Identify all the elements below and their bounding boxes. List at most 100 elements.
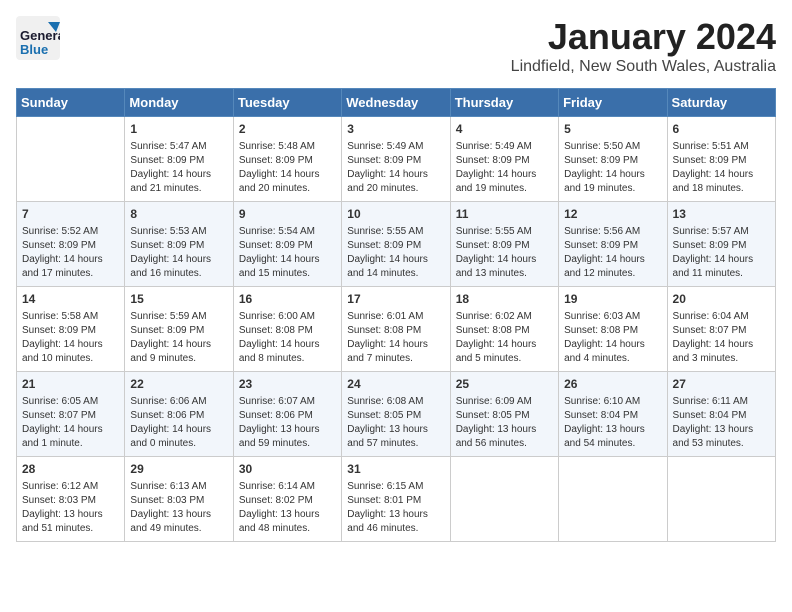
day-cell: 26 Sunrise: 6:10 AM Sunset: 8:04 PM Dayli… [559, 372, 667, 457]
day-info: Sunrise: 6:12 AM Sunset: 8:03 PM Dayligh… [22, 480, 119, 536]
weekday-header-sunday: Sunday [17, 89, 125, 117]
day-number: 16 [239, 291, 336, 308]
day-number: 11 [456, 206, 553, 223]
header: General Blue January 2024 Lindfield, New… [16, 16, 776, 76]
day-info: Sunrise: 6:11 AM Sunset: 8:04 PM Dayligh… [673, 395, 770, 451]
day-info: Sunrise: 5:52 AM Sunset: 8:09 PM Dayligh… [22, 225, 119, 281]
day-info: Sunrise: 6:05 AM Sunset: 8:07 PM Dayligh… [22, 395, 119, 451]
logo-icon: General Blue [16, 16, 60, 60]
day-number: 17 [347, 291, 444, 308]
day-info: Sunrise: 6:06 AM Sunset: 8:06 PM Dayligh… [130, 395, 227, 451]
day-cell: 17 Sunrise: 6:01 AM Sunset: 8:08 PM Dayli… [342, 287, 450, 372]
svg-text:Blue: Blue [20, 42, 48, 57]
week-row-3: 14 Sunrise: 5:58 AM Sunset: 8:09 PM Dayli… [17, 287, 776, 372]
weekday-header-saturday: Saturday [667, 89, 775, 117]
svg-text:General: General [20, 28, 60, 43]
week-row-4: 21Sunrise: 6:05 AM Sunset: 8:07 PM Dayli… [17, 372, 776, 457]
day-info: Sunrise: 5:55 AM Sunset: 8:09 PM Dayligh… [347, 225, 444, 281]
day-number: 8 [130, 206, 227, 223]
day-number: 28 [22, 461, 119, 478]
day-cell: 22 Sunrise: 6:06 AM Sunset: 8:06 PM Dayli… [125, 372, 233, 457]
day-cell: 19 Sunrise: 6:03 AM Sunset: 8:08 PM Dayli… [559, 287, 667, 372]
day-info: Sunrise: 6:15 AM Sunset: 8:01 PM Dayligh… [347, 480, 444, 536]
day-cell: 1 Sunrise: 5:47 AM Sunset: 8:09 PM Daylig… [125, 117, 233, 202]
day-cell: 5Sunrise: 5:50 AM Sunset: 8:09 PM Daylig… [559, 117, 667, 202]
day-cell: 14 Sunrise: 5:58 AM Sunset: 8:09 PM Dayli… [17, 287, 125, 372]
weekday-header-monday: Monday [125, 89, 233, 117]
day-info: Sunrise: 5:57 AM Sunset: 8:09 PM Dayligh… [673, 225, 770, 281]
day-number: 9 [239, 206, 336, 223]
day-cell: 3Sunrise: 5:49 AM Sunset: 8:09 PM Daylig… [342, 117, 450, 202]
day-cell: 20Sunrise: 6:04 AM Sunset: 8:07 PM Dayli… [667, 287, 775, 372]
weekday-header-friday: Friday [559, 89, 667, 117]
day-number: 1 [130, 121, 227, 138]
day-info: Sunrise: 6:01 AM Sunset: 8:08 PM Dayligh… [347, 310, 444, 366]
day-cell: 4 Sunrise: 5:49 AM Sunset: 8:09 PM Daylig… [450, 117, 558, 202]
weekday-header-tuesday: Tuesday [233, 89, 341, 117]
day-number: 18 [456, 291, 553, 308]
day-info: Sunrise: 6:09 AM Sunset: 8:05 PM Dayligh… [456, 395, 553, 451]
day-cell: 9 Sunrise: 5:54 AM Sunset: 8:09 PM Daylig… [233, 202, 341, 287]
day-cell: 7 Sunrise: 5:52 AM Sunset: 8:09 PM Daylig… [17, 202, 125, 287]
day-number: 14 [22, 291, 119, 308]
day-cell: 8Sunrise: 5:53 AM Sunset: 8:09 PM Daylig… [125, 202, 233, 287]
day-info: Sunrise: 6:10 AM Sunset: 8:04 PM Dayligh… [564, 395, 661, 451]
day-info: Sunrise: 5:49 AM Sunset: 8:09 PM Dayligh… [456, 140, 553, 196]
day-number: 26 [564, 376, 661, 393]
day-cell: 25 Sunrise: 6:09 AM Sunset: 8:05 PM Dayli… [450, 372, 558, 457]
day-number: 31 [347, 461, 444, 478]
week-row-2: 7 Sunrise: 5:52 AM Sunset: 8:09 PM Daylig… [17, 202, 776, 287]
day-cell: 27 Sunrise: 6:11 AM Sunset: 8:04 PM Dayli… [667, 372, 775, 457]
day-number: 29 [130, 461, 227, 478]
day-cell: 15 Sunrise: 5:59 AM Sunset: 8:09 PM Dayli… [125, 287, 233, 372]
day-info: Sunrise: 5:54 AM Sunset: 8:09 PM Dayligh… [239, 225, 336, 281]
day-number: 7 [22, 206, 119, 223]
day-number: 19 [564, 291, 661, 308]
day-number: 2 [239, 121, 336, 138]
day-number: 6 [673, 121, 770, 138]
day-info: Sunrise: 5:48 AM Sunset: 8:09 PM Dayligh… [239, 140, 336, 196]
day-info: Sunrise: 6:03 AM Sunset: 8:08 PM Dayligh… [564, 310, 661, 366]
day-number: 30 [239, 461, 336, 478]
day-cell: 2 Sunrise: 5:48 AM Sunset: 8:09 PM Daylig… [233, 117, 341, 202]
day-cell [667, 457, 775, 542]
day-cell: 31 Sunrise: 6:15 AM Sunset: 8:01 PM Dayli… [342, 457, 450, 542]
day-info: Sunrise: 6:07 AM Sunset: 8:06 PM Dayligh… [239, 395, 336, 451]
day-number: 22 [130, 376, 227, 393]
day-number: 23 [239, 376, 336, 393]
day-cell: 13Sunrise: 5:57 AM Sunset: 8:09 PM Dayli… [667, 202, 775, 287]
day-cell: 10 Sunrise: 5:55 AM Sunset: 8:09 PM Dayli… [342, 202, 450, 287]
week-row-1: 1 Sunrise: 5:47 AM Sunset: 8:09 PM Daylig… [17, 117, 776, 202]
day-number: 27 [673, 376, 770, 393]
day-info: Sunrise: 5:56 AM Sunset: 8:09 PM Dayligh… [564, 225, 661, 281]
day-cell: 21Sunrise: 6:05 AM Sunset: 8:07 PM Dayli… [17, 372, 125, 457]
day-cell: 11Sunrise: 5:55 AM Sunset: 8:09 PM Dayli… [450, 202, 558, 287]
day-number: 12 [564, 206, 661, 223]
day-cell [17, 117, 125, 202]
day-cell: 28 Sunrise: 6:12 AM Sunset: 8:03 PM Dayli… [17, 457, 125, 542]
day-cell: 23 Sunrise: 6:07 AM Sunset: 8:06 PM Dayli… [233, 372, 341, 457]
day-number: 4 [456, 121, 553, 138]
weekday-header-row: SundayMondayTuesdayWednesdayThursdayFrid… [17, 89, 776, 117]
day-cell: 16 Sunrise: 6:00 AM Sunset: 8:08 PM Dayli… [233, 287, 341, 372]
calendar-title: January 2024 [511, 16, 776, 58]
day-info: Sunrise: 6:13 AM Sunset: 8:03 PM Dayligh… [130, 480, 227, 536]
day-info: Sunrise: 6:02 AM Sunset: 8:08 PM Dayligh… [456, 310, 553, 366]
calendar-table: SundayMondayTuesdayWednesdayThursdayFrid… [16, 88, 776, 542]
day-cell [559, 457, 667, 542]
day-info: Sunrise: 6:00 AM Sunset: 8:08 PM Dayligh… [239, 310, 336, 366]
day-number: 3 [347, 121, 444, 138]
day-number: 15 [130, 291, 227, 308]
weekday-header-thursday: Thursday [450, 89, 558, 117]
day-info: Sunrise: 5:47 AM Sunset: 8:09 PM Dayligh… [130, 140, 227, 196]
day-number: 25 [456, 376, 553, 393]
day-info: Sunrise: 5:58 AM Sunset: 8:09 PM Dayligh… [22, 310, 119, 366]
day-cell: 18 Sunrise: 6:02 AM Sunset: 8:08 PM Dayli… [450, 287, 558, 372]
title-section: January 2024 Lindfield, New South Wales,… [511, 16, 776, 76]
day-cell: 29 Sunrise: 6:13 AM Sunset: 8:03 PM Dayli… [125, 457, 233, 542]
day-cell: 24Sunrise: 6:08 AM Sunset: 8:05 PM Dayli… [342, 372, 450, 457]
day-number: 10 [347, 206, 444, 223]
day-info: Sunrise: 6:14 AM Sunset: 8:02 PM Dayligh… [239, 480, 336, 536]
day-info: Sunrise: 5:51 AM Sunset: 8:09 PM Dayligh… [673, 140, 770, 196]
day-info: Sunrise: 5:59 AM Sunset: 8:09 PM Dayligh… [130, 310, 227, 366]
